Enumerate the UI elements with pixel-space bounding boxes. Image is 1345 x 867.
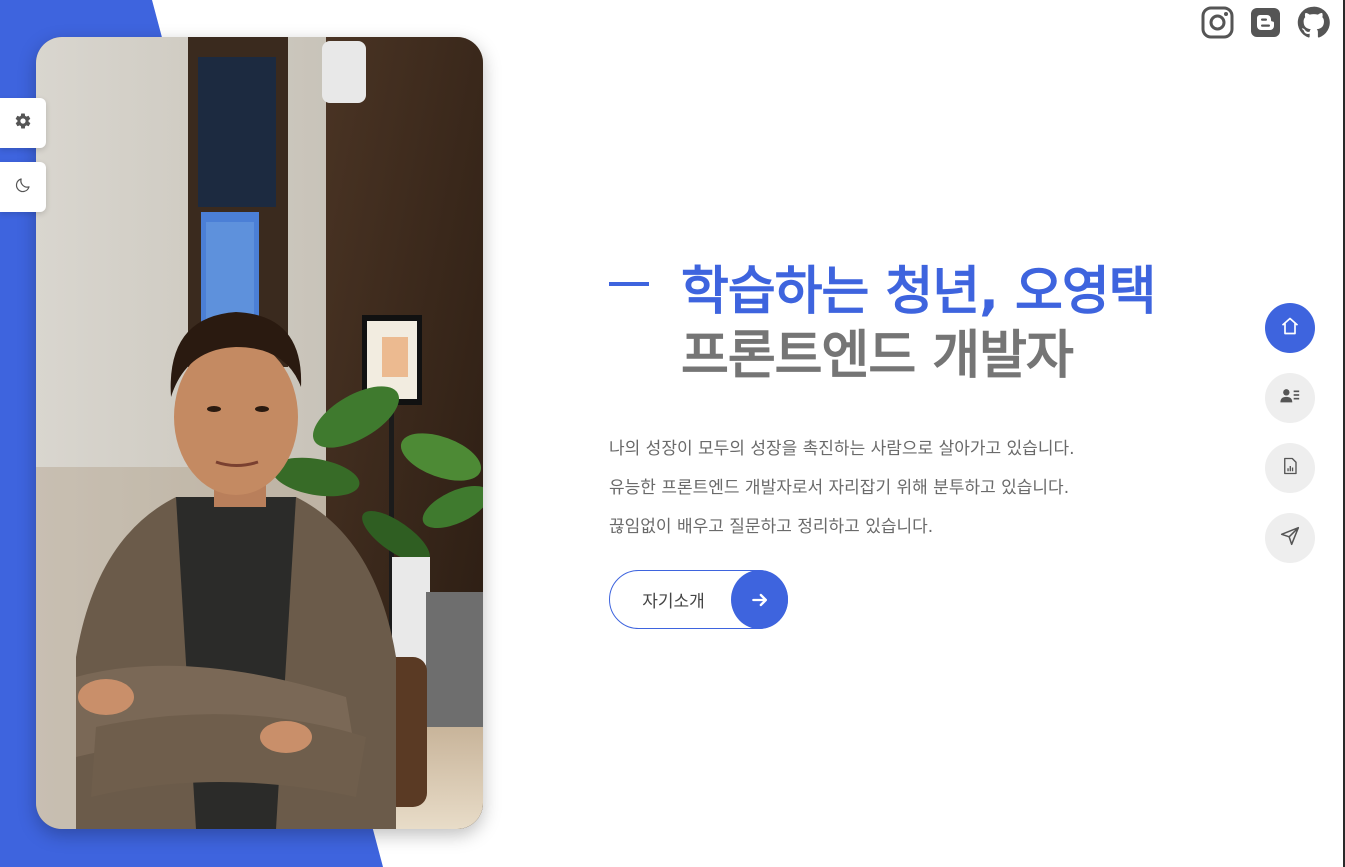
blogger-icon: [1250, 7, 1281, 42]
github-link[interactable]: [1297, 6, 1330, 43]
send-icon: [1280, 526, 1300, 550]
hero-title-role: 프론트엔드 개발자: [681, 326, 1074, 386]
github-icon: [1297, 6, 1330, 43]
resume-file-icon: [1281, 457, 1299, 479]
home-icon: [1280, 316, 1300, 340]
about-me-button[interactable]: 자기소개: [609, 570, 788, 629]
arrow-right-icon: [731, 570, 788, 629]
nav-about-button[interactable]: [1265, 373, 1315, 423]
profile-photo: [36, 37, 483, 829]
hero-description: 나의 성장이 모두의 성장을 촉진하는 사람으로 살아가고 있습니다. 유능한 …: [609, 430, 1209, 547]
blogger-link[interactable]: [1249, 8, 1282, 41]
nav-home-button[interactable]: [1265, 303, 1315, 353]
description-line: 나의 성장이 모두의 성장을 촉진하는 사람으로 살아가고 있습니다.: [609, 439, 1075, 459]
profile-card-icon: [1279, 385, 1301, 411]
instagram-icon: [1201, 6, 1234, 43]
dark-mode-toggle[interactable]: [0, 162, 46, 212]
title-dash-decoration: [609, 282, 649, 286]
description-line: 유능한 프론트엔드 개발자로서 자리잡기 위해 분투하고 있습니다.: [609, 478, 1070, 498]
gear-icon: [14, 112, 32, 134]
description-line: 끊임없이 배우고 질문하고 정리하고 있습니다.: [609, 517, 934, 537]
settings-button[interactable]: [0, 98, 46, 148]
nav-contact-button[interactable]: [1265, 513, 1315, 563]
moon-icon: [14, 176, 32, 198]
instagram-link[interactable]: [1201, 6, 1234, 43]
nav-resume-button[interactable]: [1265, 443, 1315, 493]
